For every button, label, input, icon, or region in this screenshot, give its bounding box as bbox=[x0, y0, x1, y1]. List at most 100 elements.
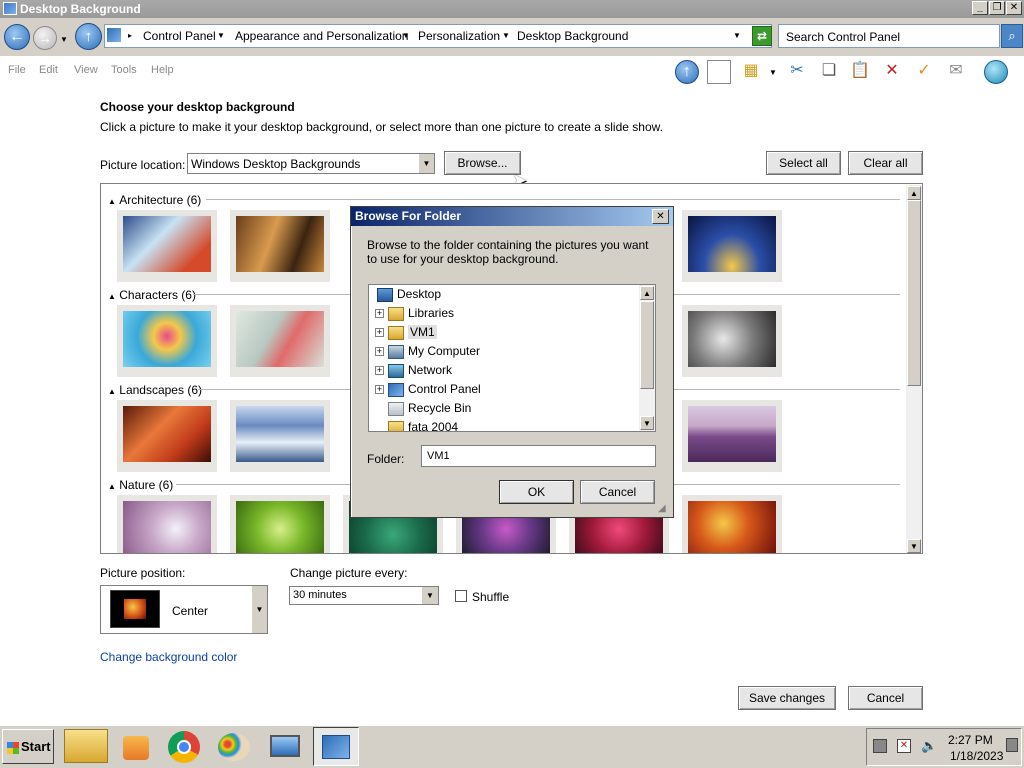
network-tray-icon[interactable] bbox=[873, 739, 887, 753]
scroll-down-icon[interactable]: ▼ bbox=[907, 539, 921, 553]
shuffle-label[interactable]: Shuffle bbox=[472, 590, 509, 604]
address-dropdown-icon[interactable]: ▼ bbox=[733, 31, 741, 40]
search-input[interactable]: Search Control Panel bbox=[778, 24, 1000, 48]
menu-view[interactable]: View bbox=[74, 64, 98, 76]
folder-options-icon[interactable]: ▦ bbox=[739, 60, 763, 84]
resize-grip-icon[interactable]: ◢ bbox=[658, 503, 666, 514]
globe-icon[interactable] bbox=[984, 60, 1008, 84]
search-icon[interactable]: ⌕ bbox=[1001, 24, 1023, 48]
wallpaper-thumbnail[interactable] bbox=[682, 495, 782, 553]
change-interval-select[interactable]: 30 minutes bbox=[289, 586, 439, 605]
folder-tree[interactable]: Desktop + Libraries + VM1 + My Computer + Ne… bbox=[368, 284, 656, 432]
chrome-icon[interactable] bbox=[162, 727, 208, 766]
chevron-down-icon[interactable]: ▼ bbox=[422, 587, 438, 604]
close-button[interactable]: ✕ bbox=[1006, 1, 1022, 15]
chevron-down-icon[interactable]: ▼ bbox=[252, 586, 267, 633]
chevron-down-icon[interactable]: ▼ bbox=[769, 68, 777, 77]
browse-button[interactable]: Browse... bbox=[444, 151, 521, 175]
scroll-up-icon[interactable]: ▲ bbox=[640, 286, 654, 300]
breadcrumb-personalization[interactable]: Personalization bbox=[418, 29, 500, 43]
dialog-cancel-button[interactable]: Cancel bbox=[580, 480, 655, 504]
group-header-landscapes[interactable]: ▲ Landscapes (6) bbox=[108, 383, 202, 397]
restore-button[interactable]: ❐ bbox=[989, 1, 1005, 15]
menu-file[interactable]: File bbox=[8, 64, 26, 76]
remote-desktop-icon[interactable] bbox=[262, 727, 308, 766]
clock-date[interactable]: 1/18/2023 bbox=[950, 749, 1003, 763]
wallpaper-thumbnail[interactable] bbox=[230, 400, 330, 472]
wallpaper-thumbnail[interactable] bbox=[230, 305, 330, 377]
clock-time[interactable]: 2:27 PM bbox=[948, 733, 993, 747]
up-button[interactable]: ↑ bbox=[75, 23, 102, 50]
wallpaper-thumbnail[interactable] bbox=[117, 400, 217, 472]
menu-edit[interactable]: Edit bbox=[39, 64, 58, 76]
scroll-down-icon[interactable]: ▼ bbox=[640, 416, 654, 430]
tree-item-my-computer[interactable]: + My Computer bbox=[375, 342, 480, 361]
minimize-button[interactable]: _ bbox=[972, 1, 988, 15]
chevron-right-icon[interactable]: ▸ bbox=[128, 31, 132, 40]
breadcrumb-desktop-background[interactable]: Desktop Background bbox=[517, 29, 628, 43]
panel-icon[interactable] bbox=[707, 60, 731, 84]
menu-tools[interactable]: Tools bbox=[111, 64, 137, 76]
tree-item-libraries[interactable]: + Libraries bbox=[375, 304, 454, 323]
tree-item-fata-2004[interactable]: fata 2004 bbox=[388, 418, 458, 431]
save-changes-button[interactable]: Save changes bbox=[738, 686, 836, 710]
clear-all-button[interactable]: Clear all bbox=[848, 151, 923, 175]
tree-item-desktop[interactable]: Desktop bbox=[377, 285, 441, 304]
tree-item-recycle-bin[interactable]: Recycle Bin bbox=[388, 399, 471, 418]
start-button[interactable]: Start bbox=[2, 729, 54, 764]
group-header-characters[interactable]: ▲ Characters (6) bbox=[108, 288, 196, 302]
chevron-down-icon[interactable]: ▼ bbox=[217, 31, 225, 40]
group-header-nature[interactable]: ▲ Nature (6) bbox=[108, 478, 173, 492]
mail-icon[interactable]: ✉ bbox=[944, 60, 968, 84]
check-icon[interactable]: ✓ bbox=[912, 60, 936, 84]
forward-button[interactable]: → bbox=[33, 26, 57, 50]
explorer-icon[interactable] bbox=[64, 729, 108, 763]
wallpaper-thumbnail[interactable] bbox=[117, 305, 217, 377]
recent-pages-dropdown[interactable]: ▼ bbox=[60, 35, 68, 44]
copy-icon[interactable]: ❏ bbox=[817, 60, 841, 84]
close-icon[interactable]: ✕ bbox=[652, 209, 669, 224]
scroll-up-icon[interactable]: ▲ bbox=[907, 186, 921, 200]
show-desktop-icon[interactable] bbox=[1006, 738, 1018, 752]
paint-icon[interactable] bbox=[212, 727, 258, 766]
wallpaper-thumbnail[interactable] bbox=[682, 400, 782, 472]
control-panel-icon[interactable] bbox=[313, 727, 359, 766]
change-background-color-link[interactable]: Change background color bbox=[100, 650, 237, 664]
tree-item-vm1[interactable]: + VM1 bbox=[375, 323, 437, 342]
menu-help[interactable]: Help bbox=[151, 64, 174, 76]
paste-icon[interactable]: 📋 bbox=[848, 60, 872, 84]
up-icon[interactable]: ↑ bbox=[675, 60, 699, 84]
wallpaper-thumbnail[interactable] bbox=[682, 210, 782, 282]
chevron-down-icon[interactable]: ▼ bbox=[502, 31, 510, 40]
expand-icon[interactable]: + bbox=[375, 347, 384, 357]
shuffle-checkbox[interactable] bbox=[455, 590, 467, 602]
group-header-architecture[interactable]: ▲ Architecture (6) bbox=[108, 193, 201, 207]
ok-button[interactable]: OK bbox=[499, 480, 574, 504]
folder-field[interactable]: VM1 bbox=[421, 445, 656, 467]
wallpaper-thumbnail[interactable] bbox=[230, 495, 330, 553]
chevron-down-icon[interactable]: ▼ bbox=[418, 154, 434, 173]
cut-icon[interactable]: ✂ bbox=[785, 60, 809, 84]
delete-icon[interactable]: ✕ bbox=[880, 60, 904, 84]
expand-icon[interactable]: + bbox=[375, 328, 384, 338]
tree-item-control-panel[interactable]: + Control Panel bbox=[375, 380, 481, 399]
refresh-button[interactable]: ⇄ bbox=[752, 26, 772, 46]
action-center-icon[interactable]: ✕ bbox=[897, 739, 911, 753]
breadcrumb-control-panel[interactable]: Control Panel bbox=[143, 29, 216, 43]
wallpaper-thumbnail[interactable] bbox=[117, 210, 217, 282]
wallpaper-thumbnail[interactable] bbox=[117, 495, 217, 553]
media-player-icon[interactable] bbox=[113, 727, 159, 766]
breadcrumb-appearance[interactable]: Appearance and Personalization bbox=[235, 29, 408, 43]
wallpaper-thumbnail[interactable] bbox=[682, 305, 782, 377]
back-button[interactable]: ← bbox=[4, 24, 30, 50]
select-all-button[interactable]: Select all bbox=[766, 151, 841, 175]
expand-icon[interactable]: + bbox=[375, 309, 384, 319]
expand-icon[interactable]: + bbox=[375, 366, 384, 376]
tree-item-network[interactable]: + Network bbox=[375, 361, 452, 380]
picture-location-select[interactable]: Windows Desktop Backgrounds bbox=[187, 153, 435, 174]
expand-icon[interactable]: + bbox=[375, 385, 384, 395]
chevron-down-icon[interactable]: ▼ bbox=[402, 31, 410, 40]
volume-icon[interactable]: 🔈 bbox=[921, 739, 937, 753]
cancel-button[interactable]: Cancel bbox=[848, 686, 923, 710]
scrollbar-thumb[interactable] bbox=[640, 301, 654, 389]
